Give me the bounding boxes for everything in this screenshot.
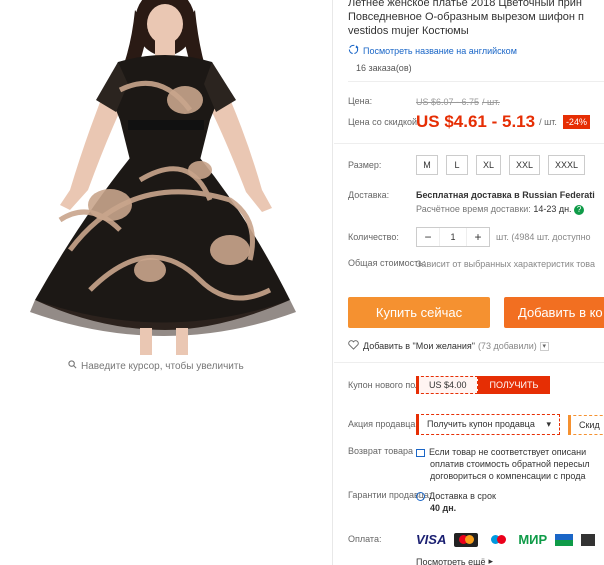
divider (334, 362, 604, 363)
orders-count: 16 заказа(ов) (356, 63, 412, 73)
bank-card-icon (555, 533, 574, 546)
size-option-xxxl[interactable]: XXXL (548, 155, 586, 175)
translate-icon (348, 44, 359, 57)
product-image-pane: Наведите курсор, чтобы увеличить (0, 0, 330, 565)
old-price-unit: / шт. (482, 96, 500, 107)
divider (334, 143, 604, 144)
guarantee-label: Гарантии продавца: (348, 490, 432, 500)
size-option-m[interactable]: M (416, 155, 438, 175)
chevron-down-icon[interactable]: ▾ (539, 341, 549, 351)
payment-logos: VISA МИР (416, 532, 596, 547)
returns-label: Возврат товара (348, 446, 413, 456)
shipping-estimate-value: 14-23 дн. (533, 204, 572, 214)
quantity-minus-button[interactable]: − (417, 230, 439, 244)
shipping-label: Доставка: (348, 190, 390, 200)
quantity-input[interactable]: 1 (439, 228, 467, 246)
quantity-row: Количество: − 1 + шт. (4984 шт. доступно (348, 227, 591, 247)
seller-discount-dropdown[interactable]: Скид (568, 414, 604, 435)
shipping-row: Доставка: Бесплатная доставка в Russian … (348, 190, 595, 215)
discount-price-label: Цена со скидкой: (348, 116, 420, 127)
total-value: Зависит от выбранных характеристик това (416, 258, 595, 269)
discount-badge: -24% (562, 115, 590, 129)
new-user-coupon-row: Купон нового пользователя : US $4.00 ПОЛ… (348, 376, 551, 394)
quantity-plus-button[interactable]: + (467, 230, 489, 244)
payment-label: Оплата: (348, 534, 382, 544)
payment-more[interactable]: Посмотреть ещё ▸ (416, 556, 493, 565)
quantity-label: Количество: (348, 231, 399, 242)
translate-link[interactable]: Посмотреть название на английском (348, 44, 604, 57)
shipping-estimate: Расчётное время доставки: 14-23 дн. ? (416, 204, 595, 215)
visa-logo: VISA (416, 532, 447, 547)
price-row: Цена: US $6.07 - 6.75 / шт. (348, 96, 500, 107)
size-option-xxl[interactable]: XXL (509, 155, 541, 175)
wishlist-link[interactable]: Добавить в "Мои желания" (363, 341, 475, 351)
return-icon (416, 448, 425, 457)
size-option-xl[interactable]: XL (476, 155, 502, 175)
add-to-cart-button[interactable]: Добавить в ко (504, 297, 604, 328)
card-icon (581, 533, 596, 546)
new-user-coupon-amount: US $4.00 (416, 376, 478, 394)
returns-text-2: оплатив стоимость обратной пересыл (430, 459, 590, 469)
shipping-title[interactable]: Бесплатная доставка в Russian Federati (416, 190, 595, 200)
mir-logo: МИР (518, 532, 548, 547)
total-label: Общая стоимость: (348, 258, 426, 268)
magnifier-icon (68, 360, 77, 372)
payment-row: Оплата: VISA МИР (348, 532, 596, 547)
price-label: Цена: (348, 96, 373, 106)
wishlist-count: (73 добавили) (477, 341, 537, 351)
chevron-right-icon: ▸ (488, 556, 494, 565)
zoom-hint-text: Наведите курсор, чтобы увеличить (81, 360, 244, 372)
returns-row: Возврат товара Если товар не соответству… (348, 446, 590, 482)
price-unit: / шт. (539, 117, 557, 127)
seller-promo-row: Акция продавца: Получить купон продавца … (348, 414, 604, 435)
size-label: Размер: (348, 159, 382, 170)
product-image[interactable] (0, 0, 330, 355)
mastercard-logo (454, 532, 479, 547)
size-row: Размер: M L XL XXL XXXL (348, 155, 593, 175)
product-detail: Летнее женское платье 2018 Цветочный при… (334, 0, 604, 565)
stock-info: шт. (4984 шт. доступно (496, 232, 591, 242)
dropdown-arrow-icon: ▾ (546, 419, 551, 429)
returns-text-1: Если товар не соответствует описани (429, 447, 587, 457)
total-row: Общая стоимость: Зависит от выбранных ха… (348, 258, 595, 269)
discount-price-row: Цена со скидкой: US $4.61 - 5.13 / шт. -… (348, 112, 590, 132)
guarantee-text: Доставка в срок (429, 491, 496, 501)
buy-now-button[interactable]: Купить сейчас (348, 297, 490, 328)
size-option-l[interactable]: L (446, 155, 468, 175)
product-title: Летнее женское платье 2018 Цветочный при… (348, 0, 584, 37)
wishlist-row[interactable]: Добавить в "Мои желания" (73 добавили) ▾ (348, 340, 549, 352)
guarantee-row: Гарантии продавца: Доставка в срок 40 дн… (348, 490, 496, 514)
maestro-logo (486, 533, 510, 547)
current-price: US $4.61 - 5.13 (416, 112, 536, 131)
returns-text-3: договориться о компенсации с прода (430, 471, 586, 481)
seller-promo-label: Акция продавца: (348, 419, 418, 429)
old-price: US $6.07 - 6.75 (416, 96, 480, 107)
clock-icon (416, 492, 425, 502)
seller-coupon-dropdown[interactable]: Получить купон продавца ▾ (416, 414, 560, 435)
get-coupon-button[interactable]: ПОЛУЧИТЬ (477, 376, 551, 394)
quantity-stepper: − 1 + (416, 227, 490, 247)
divider (348, 81, 604, 82)
help-icon[interactable]: ? (574, 205, 585, 215)
new-user-coupon-label: Купон нового пользователя : (348, 379, 468, 390)
heart-icon[interactable] (348, 340, 359, 352)
zoom-hint: Наведите курсор, чтобы увеличить (68, 360, 244, 372)
guarantee-days: 40 дн. (430, 503, 457, 513)
pane-divider (332, 0, 333, 565)
